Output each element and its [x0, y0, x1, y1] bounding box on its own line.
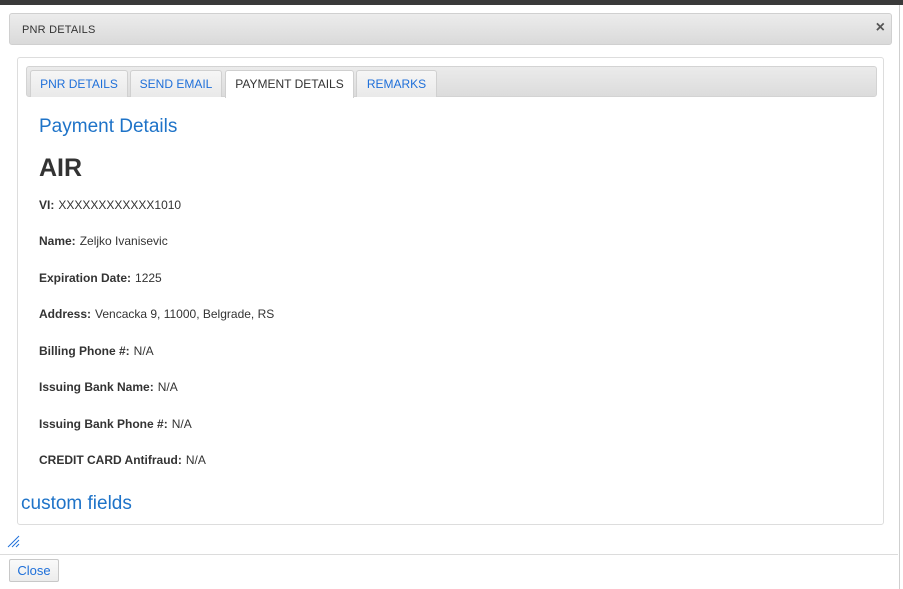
field-value: XXXXXXXXXXXX1010: [58, 198, 182, 212]
field-address: Address: Vencacka 9, 11000, Belgrade, RS: [39, 307, 274, 321]
field-expiration-date: Expiration Date: 1225: [39, 271, 162, 285]
resize-handle-icon[interactable]: [6, 534, 20, 548]
field-value: N/A: [133, 344, 154, 358]
field-label: VI:: [39, 198, 55, 212]
field-billing-phone: Billing Phone #: N/A: [39, 344, 154, 358]
field-value: N/A: [185, 453, 206, 467]
dialog-title: PNR DETAILS: [22, 24, 96, 36]
field-label: CREDIT CARD Antifraud:: [39, 453, 182, 467]
field-value: N/A: [157, 380, 178, 394]
field-label: Expiration Date:: [39, 271, 132, 285]
custom-fields-heading: custom fields: [21, 493, 132, 514]
field-label: Address:: [39, 307, 92, 321]
footer-divider: [0, 554, 898, 555]
air-section-title: AIR: [39, 154, 83, 182]
pnr-details-dialog: PNR DETAILS × PNR DETAILS SEND EMAIL PAY…: [0, 5, 900, 589]
field-name: Name: Zeljko Ivanisevic: [39, 234, 168, 248]
field-label: Name:: [39, 234, 76, 248]
field-issuing-bank-name: Issuing Bank Name: N/A: [39, 380, 178, 394]
tab-send-email[interactable]: SEND EMAIL: [130, 70, 222, 97]
field-value: 1225: [135, 271, 162, 285]
tab-payment-details[interactable]: PAYMENT DETAILS: [225, 70, 354, 98]
field-value: Vencacka 9, 11000, Belgrade, RS: [95, 307, 275, 321]
field-label: Issuing Bank Name:: [39, 380, 154, 394]
field-issuing-bank-phone: Issuing Bank Phone #: N/A: [39, 417, 192, 431]
close-button[interactable]: Close: [9, 559, 59, 582]
tab-remarks[interactable]: REMARKS: [356, 70, 437, 97]
close-icon[interactable]: ×: [876, 19, 885, 37]
tab-pnr-details[interactable]: PNR DETAILS: [30, 70, 128, 97]
field-value: Zeljko Ivanisevic: [79, 234, 168, 248]
field-label: Billing Phone #:: [39, 344, 130, 358]
tab-bar: PNR DETAILS SEND EMAIL PAYMENT DETAILS R…: [26, 66, 877, 98]
field-credit-card-antifraud: CREDIT CARD Antifraud: N/A: [39, 453, 206, 467]
dialog-titlebar[interactable]: PNR DETAILS ×: [9, 13, 892, 45]
payment-details-heading: Payment Details: [39, 116, 178, 137]
field-vi: VI: XXXXXXXXXXXX1010: [39, 198, 181, 212]
field-value: N/A: [171, 417, 192, 431]
field-label: Issuing Bank Phone #:: [39, 417, 168, 431]
dialog-content: PNR DETAILS SEND EMAIL PAYMENT DETAILS R…: [17, 57, 884, 525]
